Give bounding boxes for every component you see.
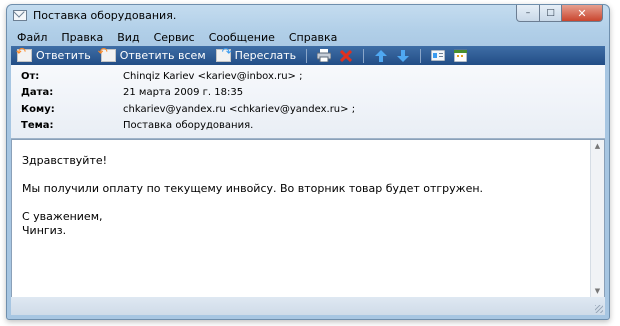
header-to-row: Кому: chkariev@yandex.ru <chkariev@yande… [11, 104, 605, 120]
date-label: Дата: [21, 87, 54, 98]
delete-icon[interactable] [338, 48, 354, 64]
vertical-scrollbar[interactable]: ▲ ▼ [590, 140, 604, 297]
scroll-down-icon[interactable]: ▼ [591, 285, 604, 297]
toolbar: Ответить Ответить всем Переслать [11, 45, 605, 65]
window-title: Поставка оборудования. [33, 9, 177, 22]
status-bar [11, 297, 605, 315]
menu-tools[interactable]: Сервис [148, 31, 201, 44]
calendar-icon[interactable] [452, 48, 468, 64]
reply-icon [16, 45, 32, 62]
message-closing: С уважением, [22, 210, 103, 223]
maximize-button[interactable]: □ [540, 5, 562, 22]
toolbar-separator [306, 48, 308, 63]
reply-all-button[interactable]: Ответить всем [98, 45, 206, 62]
menu-file[interactable]: Файл [11, 31, 53, 44]
address-book-icon[interactable] [430, 48, 446, 64]
date-value: 21 марта 2009 г. 18:35 [123, 87, 244, 98]
header-date-row: Дата: 21 марта 2009 г. 18:35 [11, 87, 605, 103]
reply-label: Ответить [36, 49, 91, 62]
to-label: Кому: [21, 104, 55, 115]
window-controls: – □ ✕ [516, 5, 603, 22]
resize-grip-icon[interactable] [595, 305, 603, 313]
title-bar[interactable]: Поставка оборудования. – □ ✕ [7, 5, 609, 27]
menu-message[interactable]: Сообщение [203, 31, 281, 44]
reply-all-label: Ответить всем [119, 49, 206, 62]
to-value[interactable]: chkariev@yandex.ru <chkariev@yandex.ru> … [123, 104, 355, 115]
previous-icon[interactable] [373, 48, 389, 64]
message-text: Здравствуйте! Мы получили оплату по теку… [22, 154, 584, 238]
message-headers: От: Chinqiz Kariev <kariev@inbox.ru> ; Д… [11, 65, 605, 139]
reply-all-icon [98, 45, 116, 62]
forward-button[interactable]: Переслать [215, 45, 297, 62]
mail-window: Поставка оборудования. – □ ✕ Файл Правка… [6, 4, 610, 320]
toolbar-separator [363, 48, 365, 63]
message-signature: Чингиз. [22, 224, 67, 237]
menu-edit[interactable]: Правка [55, 31, 109, 44]
close-button[interactable]: ✕ [562, 5, 603, 22]
forward-icon [215, 45, 232, 62]
minimize-button[interactable]: – [516, 5, 540, 22]
scroll-up-icon[interactable]: ▲ [591, 140, 604, 152]
menu-bar: Файл Правка Вид Сервис Сообщение Справка [11, 28, 605, 46]
from-label: От: [21, 71, 40, 82]
menu-view[interactable]: Вид [111, 31, 145, 44]
message-body[interactable]: Здравствуйте! Мы получили оплату по теку… [11, 139, 605, 298]
envelope-icon [13, 10, 27, 21]
printer-icon[interactable] [316, 48, 332, 64]
message-line: Мы получили оплату по текущему инвойсу. … [22, 182, 484, 195]
forward-label: Переслать [234, 49, 297, 62]
subject-value: Поставка оборудования. [123, 120, 254, 131]
reply-button[interactable]: Ответить [16, 45, 91, 62]
subject-label: Тема: [21, 120, 54, 131]
menu-help[interactable]: Справка [283, 31, 343, 44]
message-greeting: Здравствуйте! [22, 154, 108, 167]
header-subject-row: Тема: Поставка оборудования. [11, 120, 605, 136]
from-value[interactable]: Chinqiz Kariev <kariev@inbox.ru> ; [123, 71, 302, 82]
toolbar-separator [420, 48, 422, 63]
header-from-row: От: Chinqiz Kariev <kariev@inbox.ru> ; [11, 71, 605, 87]
next-icon[interactable] [395, 48, 411, 64]
